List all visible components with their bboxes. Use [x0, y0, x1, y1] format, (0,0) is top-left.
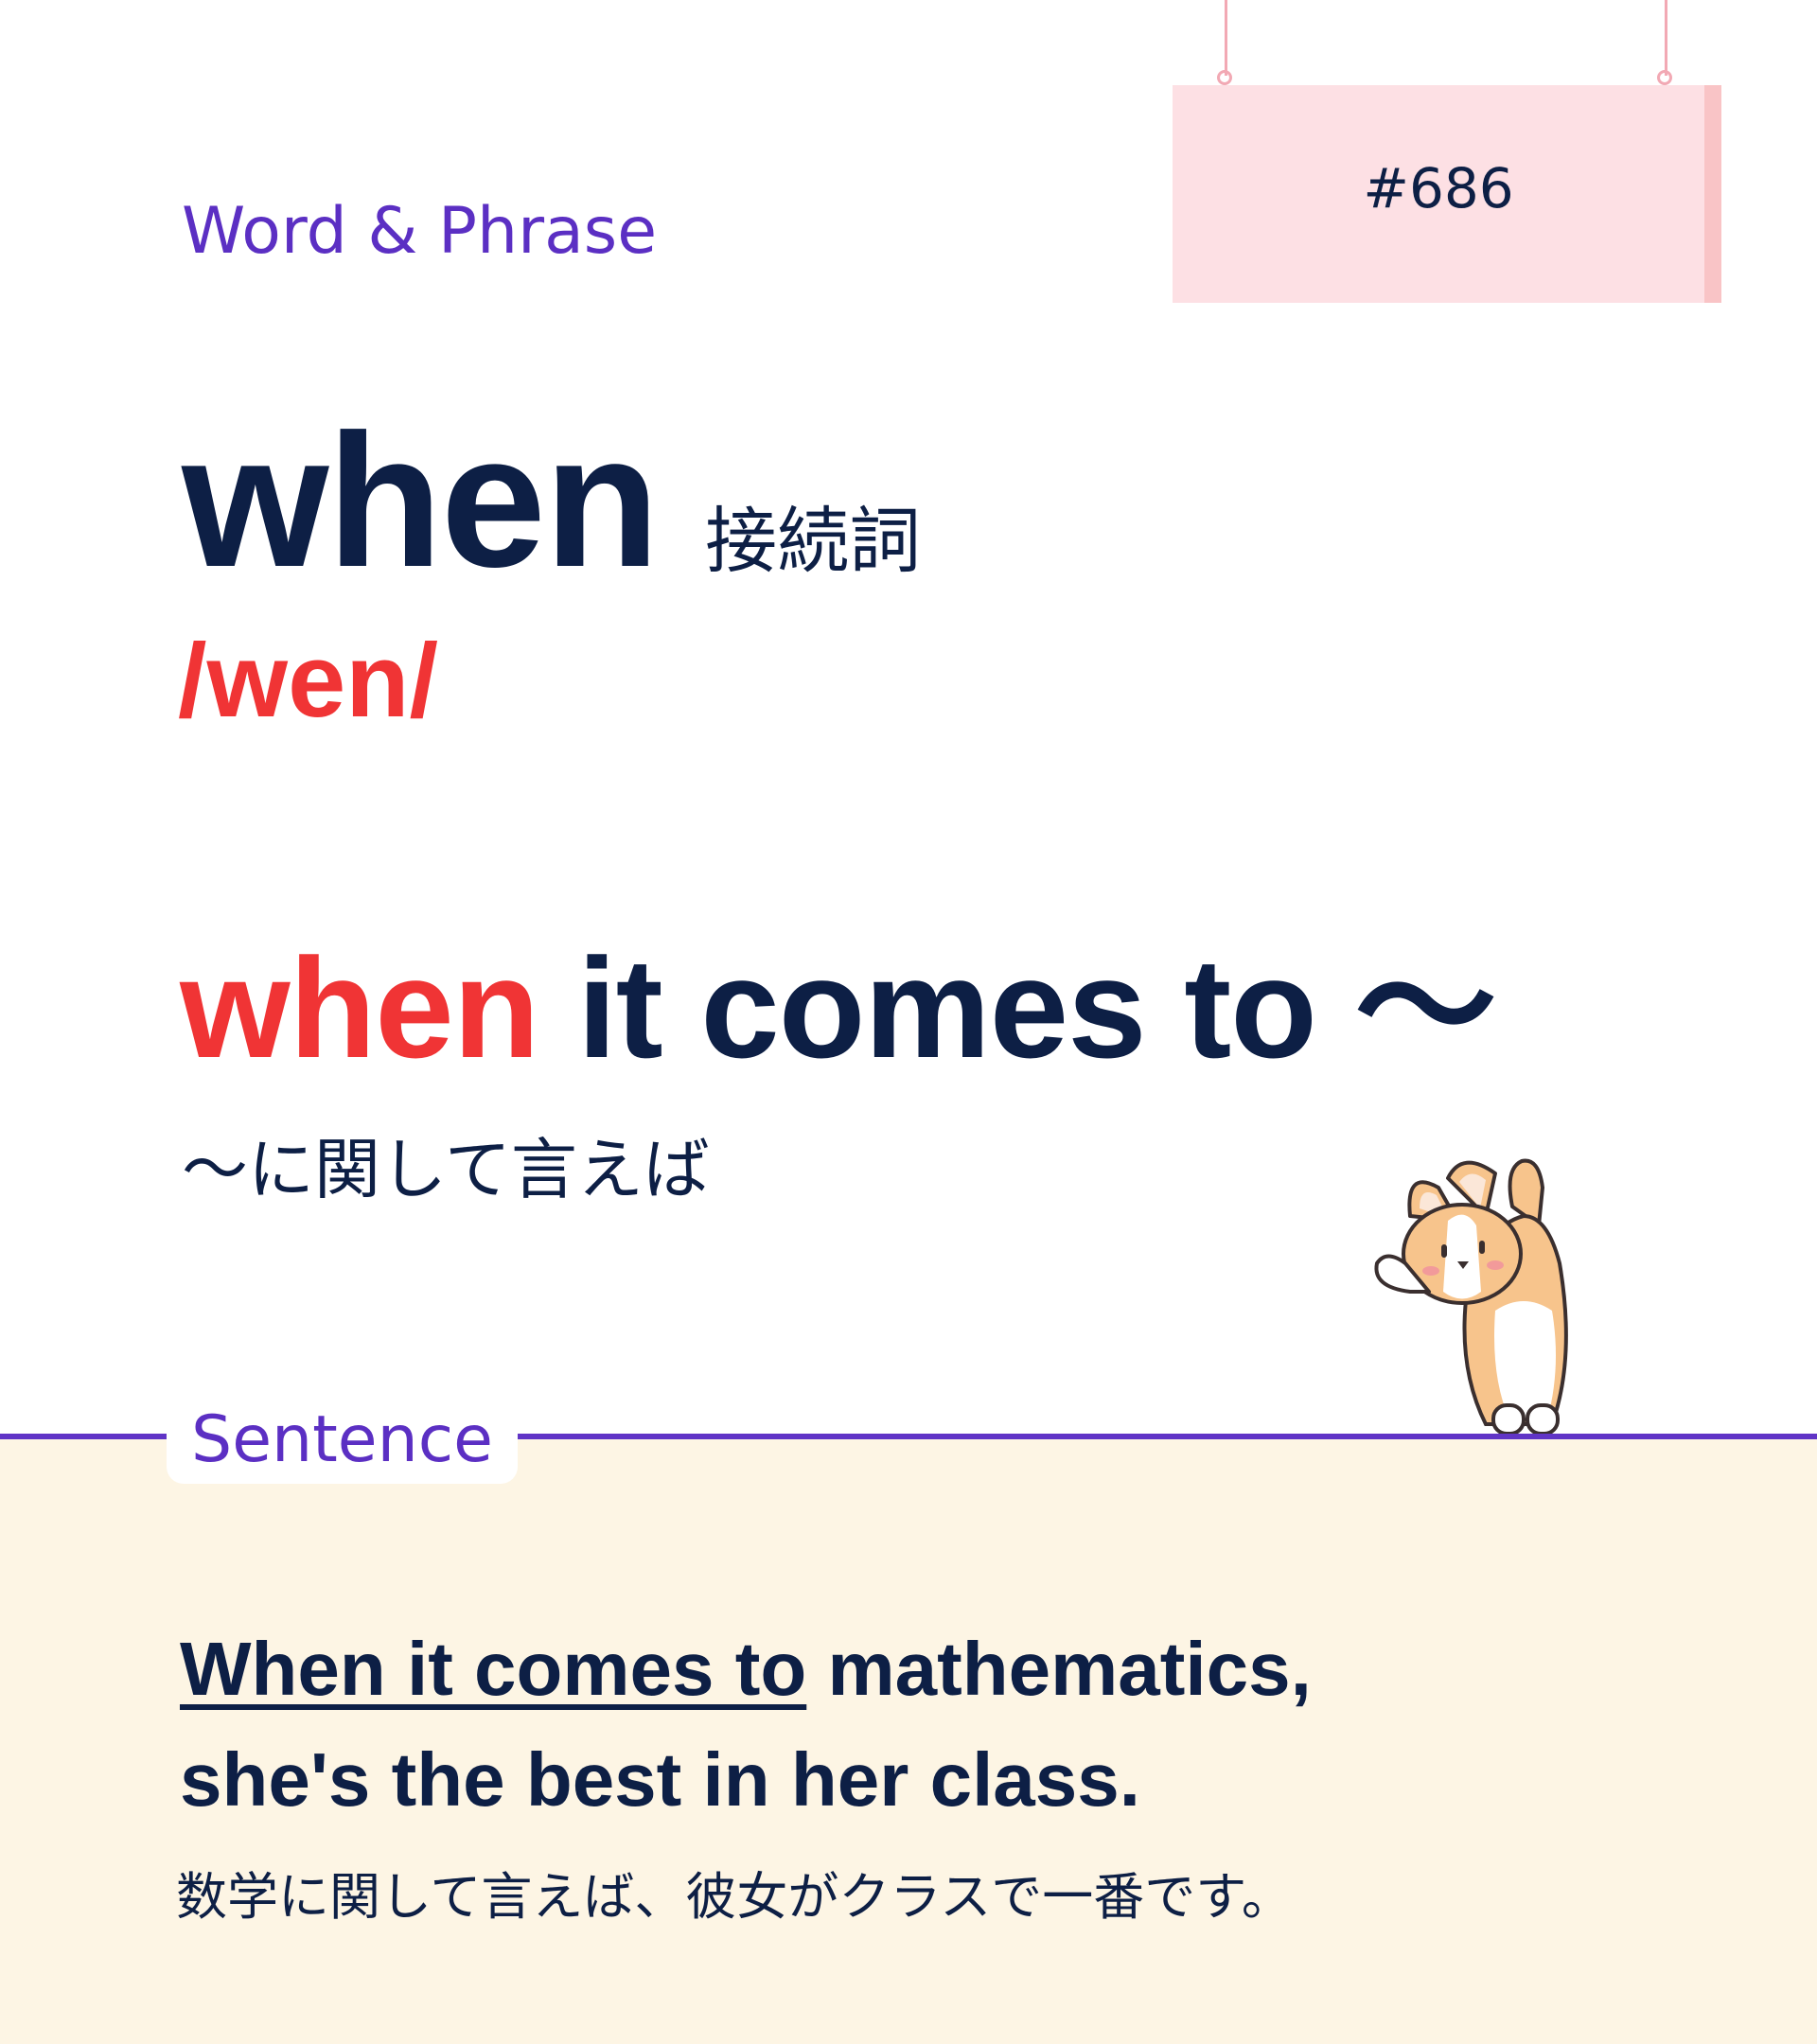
- example-line1-rest: mathematics,: [806, 1627, 1312, 1711]
- example-line2: she's the best in her class.: [180, 1737, 1140, 1822]
- example-phrase-underlined: When it comes to: [180, 1627, 807, 1711]
- entry-number: #686: [1363, 156, 1514, 220]
- sign-hook-left: [1217, 70, 1232, 85]
- phrase-meaning: ～に関して言えば: [182, 1131, 710, 1208]
- corgi-illustration: [1374, 1158, 1568, 1436]
- sentence-tab: Sentence: [167, 1399, 518, 1484]
- example-translation: 数学に関して言えば、彼女がクラスで一番です。: [176, 1867, 1293, 1927]
- sentence-label: Sentence: [191, 1402, 493, 1477]
- category-label: Word & Phrase: [182, 194, 658, 269]
- headword-row: when 接続詞: [182, 407, 921, 596]
- sign-hook-right: [1657, 70, 1672, 85]
- number-sign: #686: [1173, 85, 1721, 303]
- sign-string-left: [1225, 0, 1227, 76]
- sign-string-right: [1665, 0, 1667, 76]
- example-sentence: When it comes to mathematics, she's the …: [180, 1613, 1694, 1835]
- phrase-rest: it comes to ～: [538, 928, 1497, 1087]
- pronunciation: /wen/: [178, 623, 439, 739]
- part-of-speech: 接続詞: [705, 499, 922, 583]
- sign-edge: [1704, 85, 1721, 303]
- phrase: when it comes to ～: [180, 937, 1497, 1079]
- headword: when: [182, 396, 660, 607]
- phrase-highlight: when: [180, 928, 539, 1087]
